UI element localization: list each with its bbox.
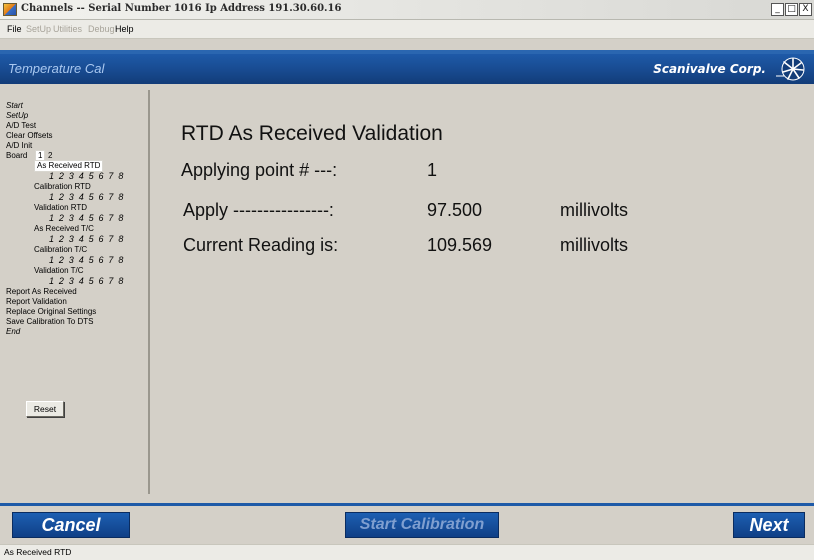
nav-report-as-received[interactable]: Report As Received	[6, 287, 77, 297]
bottom-button-bar: Cancel Start Calibration Next	[0, 506, 814, 544]
header-banner: Temperature Cal Scanivalve Corp.	[0, 54, 814, 84]
nav-as-received-tc-channels[interactable]: 1 2 3 4 5 6 7 8	[49, 234, 125, 244]
nav-as-received-tc[interactable]: As Received T/C	[34, 224, 94, 234]
nav-calibration-rtd-channels[interactable]: 1 2 3 4 5 6 7 8	[49, 192, 125, 202]
apply-label: Apply ----------------:	[183, 200, 334, 220]
start-calibration-button[interactable]: Start Calibration	[345, 512, 499, 538]
menu-help[interactable]: Help	[115, 24, 134, 34]
reset-button[interactable]: Reset	[26, 401, 64, 417]
cancel-button[interactable]: Cancel	[12, 512, 130, 538]
next-button[interactable]: Next	[733, 512, 805, 538]
current-reading-value: 109.569	[427, 235, 493, 255]
nav-save-calibration[interactable]: Save Calibration To DTS	[6, 317, 93, 327]
menu-debug[interactable]: Debug	[88, 24, 115, 34]
current-reading-label: Current Reading is:	[183, 235, 339, 255]
nav-calibration-tc-channels[interactable]: 1 2 3 4 5 6 7 8	[49, 255, 125, 265]
nav-validation-tc-channels[interactable]: 1 2 3 4 5 6 7 8	[49, 276, 125, 286]
nav-ad-init[interactable]: A/D Init	[6, 141, 32, 151]
nav-validation-tc[interactable]: Validation T/C	[34, 266, 84, 276]
apply-unit: millivolts	[560, 200, 629, 220]
nav-validation-rtd-channels[interactable]: 1 2 3 4 5 6 7 8	[49, 213, 125, 223]
status-text: As Received RTD	[4, 547, 72, 557]
apply-value: 97.500	[427, 200, 483, 220]
close-button[interactable]: X	[799, 3, 812, 16]
company-logo-text: Scanivalve Corp.	[653, 62, 766, 76]
applying-point-value: 1	[427, 160, 438, 180]
menu-setup[interactable]: SetUp	[26, 24, 51, 34]
nav-report-validation[interactable]: Report Validation	[6, 297, 67, 307]
app-icon	[3, 3, 17, 16]
page-heading: RTD As Received Validation	[181, 122, 443, 145]
nav-validation-rtd[interactable]: Validation RTD	[34, 203, 87, 213]
window-title: Channels -- Serial Number 1016 Ip Addres…	[21, 3, 342, 14]
title-bar: Channels -- Serial Number 1016 Ip Addres…	[0, 0, 814, 20]
menu-file[interactable]: File	[7, 24, 22, 34]
nav-ad-test[interactable]: A/D Test	[6, 121, 36, 131]
minimize-button[interactable]: _	[771, 3, 784, 16]
nav-replace-original-settings[interactable]: Replace Original Settings	[6, 307, 96, 317]
nav-calibration-tc[interactable]: Calibration T/C	[34, 245, 87, 255]
nav-calibration-rtd[interactable]: Calibration RTD	[34, 182, 91, 192]
menu-utilities[interactable]: Utilities	[53, 24, 82, 34]
nav-clear-offsets[interactable]: Clear Offsets	[6, 131, 53, 141]
applying-point-label: Applying point # ---:	[181, 160, 338, 180]
screen-title: Temperature Cal	[8, 61, 105, 76]
scanivalve-logo-icon	[776, 57, 805, 81]
nav-as-received-rtd-channels[interactable]: 1 2 3 4 5 6 7 8	[49, 171, 125, 181]
sidebar-nav: Start SetUp A/D Test Clear Offsets A/D I…	[4, 90, 150, 494]
nav-start[interactable]: Start	[6, 101, 23, 111]
current-reading-unit: millivolts	[560, 235, 629, 255]
nav-end[interactable]: End	[6, 327, 20, 337]
nav-setup[interactable]: SetUp	[6, 111, 28, 121]
menu-bar: File SetUp Utilities Debug Help	[0, 20, 814, 39]
status-bar: As Received RTD	[0, 544, 814, 560]
nav-board-label: Board	[6, 151, 28, 160]
main-panel: RTD As Received Validation Applying poin…	[155, 90, 810, 494]
maximize-button[interactable]: □	[785, 3, 798, 16]
window-controls: _ □ X	[770, 3, 812, 17]
